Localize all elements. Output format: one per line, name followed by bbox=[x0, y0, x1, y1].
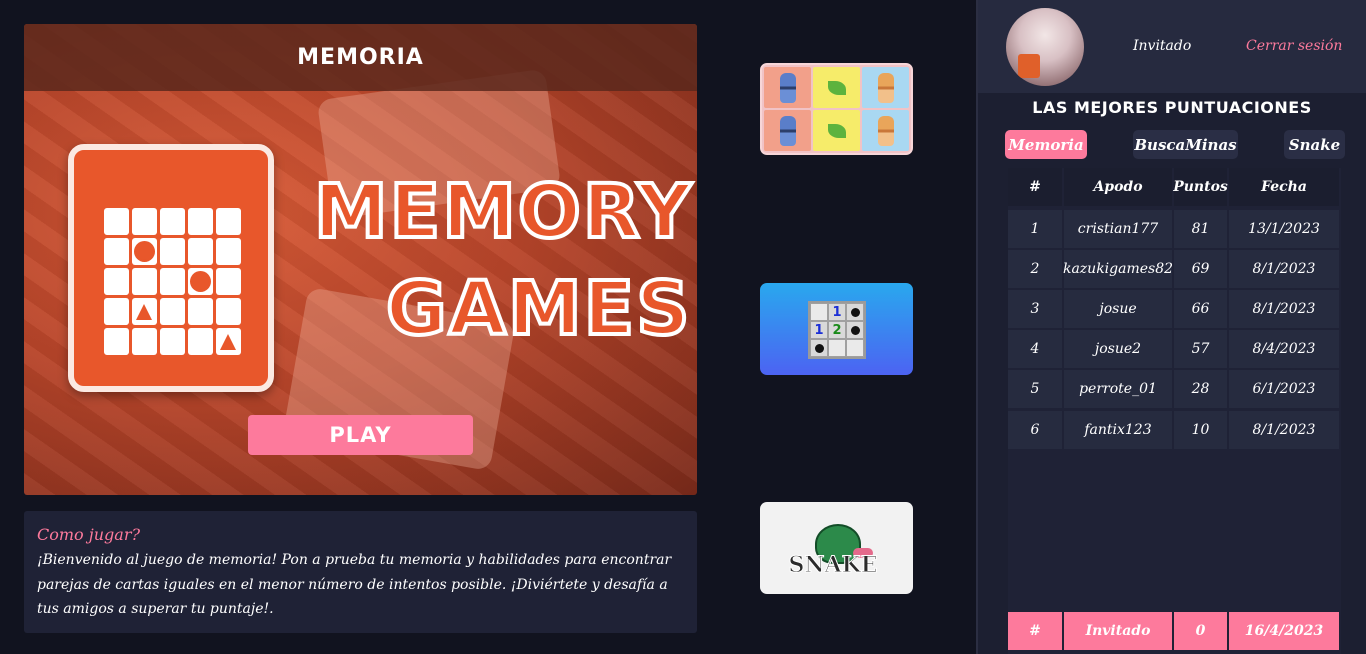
tab-snake[interactable]: Snake bbox=[1284, 130, 1345, 159]
memory-logo-icon bbox=[68, 144, 274, 392]
user-bar: Invitado Cerrar sesión bbox=[978, 0, 1366, 93]
logo-grid bbox=[104, 208, 241, 355]
game-banner: MEMORIA MEMORY GAMES PLAY bbox=[24, 24, 697, 495]
column-header: Fecha bbox=[1229, 168, 1339, 206]
table-row: 3 josue 66 8/1/2023 bbox=[1008, 290, 1341, 328]
scores-sidebar: Invitado Cerrar sesión LAS MEJORES PUNTU… bbox=[976, 0, 1366, 654]
game-title: MEMORIA bbox=[297, 45, 424, 70]
logo-text-memory: MEMORY bbox=[312, 167, 694, 257]
current-user-score-row: # Invitado 0 16/4/2023 bbox=[1008, 612, 1341, 650]
bingo-icon bbox=[877, 115, 894, 146]
table-header-row: # Apodo Puntos Fecha bbox=[1008, 168, 1341, 206]
mine-icon bbox=[810, 339, 828, 357]
tab-memoria[interactable]: Memoria bbox=[1005, 130, 1087, 159]
table-row: 6 fantix123 10 8/1/2023 bbox=[1008, 411, 1341, 449]
bingo-icon bbox=[877, 72, 894, 103]
logo-text-games: GAMES bbox=[384, 264, 692, 354]
bluey-icon bbox=[779, 72, 796, 103]
scores-table: # Apodo Puntos Fecha 1 cristian177 81 13… bbox=[1008, 168, 1341, 654]
table-row: 4 josue2 57 8/4/2023 bbox=[1008, 330, 1341, 368]
user-name: Invitado bbox=[1133, 38, 1192, 54]
column-header: Puntos bbox=[1173, 168, 1228, 206]
tab-buscaminas[interactable]: BuscaMinas bbox=[1133, 130, 1238, 159]
memoria-game-thumbnail[interactable] bbox=[760, 63, 913, 155]
snake-logo-text: SNAKE bbox=[788, 552, 878, 579]
leaf-icon bbox=[827, 80, 846, 95]
logout-link[interactable]: Cerrar sesión bbox=[1246, 38, 1342, 54]
snake-game-thumbnail[interactable]: SNAKE bbox=[760, 502, 913, 594]
game-title-bar: MEMORIA bbox=[24, 24, 697, 91]
bluey-icon bbox=[779, 115, 796, 146]
snake-logo-icon: SNAKE bbox=[775, 520, 899, 579]
leaf-icon bbox=[827, 123, 846, 138]
column-header: Apodo bbox=[1064, 168, 1172, 206]
play-button[interactable]: PLAY bbox=[248, 415, 473, 455]
minesweeper-icon: 1 1 2 bbox=[808, 301, 866, 359]
mine-icon bbox=[846, 303, 864, 321]
table-row: 2 kazukigames82 69 8/1/2023 bbox=[1008, 250, 1341, 288]
table-row: 5 perrote_01 28 6/1/2023 bbox=[1008, 370, 1341, 408]
avatar bbox=[1006, 8, 1084, 86]
mine-icon bbox=[846, 321, 864, 339]
buscaminas-game-thumbnail[interactable]: 1 1 2 bbox=[760, 283, 913, 375]
how-to-play-text: ¡Bienvenido al juego de memoria! Pon a p… bbox=[37, 552, 672, 617]
how-to-play-title: Como jugar? bbox=[37, 525, 141, 544]
table-row: 1 cristian177 81 13/1/2023 bbox=[1008, 210, 1341, 248]
column-header: # bbox=[1008, 168, 1062, 206]
how-to-play-panel: Como jugar? ¡Bienvenido al juego de memo… bbox=[24, 511, 697, 633]
scores-title: LAS MEJORES PUNTUACIONES bbox=[1032, 98, 1312, 117]
